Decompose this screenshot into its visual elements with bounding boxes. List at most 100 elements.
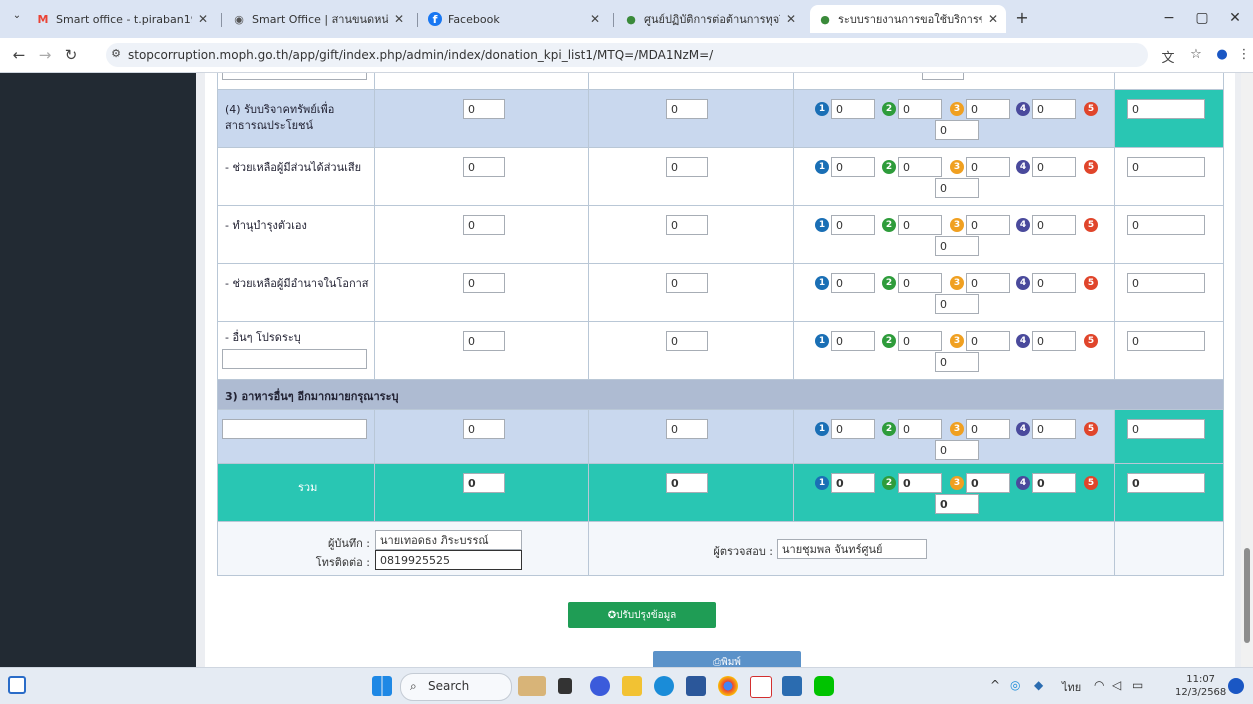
badge-2-input[interactable] — [898, 273, 942, 293]
badge-1-input[interactable] — [831, 157, 875, 177]
close-window-icon[interactable]: ✕ — [1226, 10, 1244, 26]
total-value-input[interactable] — [1127, 419, 1205, 439]
badge-1-input[interactable] — [831, 215, 875, 235]
news-icon[interactable] — [518, 676, 546, 696]
phone-input[interactable] — [375, 550, 522, 570]
close-icon[interactable]: ✕ — [988, 12, 998, 26]
edge-icon[interactable] — [654, 676, 674, 696]
tab-search-icon[interactable]: ⌄ — [8, 10, 26, 21]
word-icon[interactable] — [782, 676, 802, 696]
tab-facebook[interactable]: f Facebook ✕ — [420, 5, 608, 33]
badge-5-input[interactable] — [935, 178, 979, 198]
tab-gmail[interactable]: M Smart office - t.piraban1979@ ✕ — [28, 5, 216, 33]
tab-report-system[interactable]: ● ระบบรายงานการขอใช้บริการของ สถ ✕ — [810, 5, 1006, 33]
count-input[interactable] — [463, 157, 505, 177]
url-text[interactable]: stopcorruption.moph.go.th/app/gift/index… — [128, 48, 713, 62]
total-value-input[interactable] — [1127, 273, 1205, 293]
badge-1-input[interactable] — [831, 99, 875, 119]
chat-icon[interactable] — [590, 676, 610, 696]
badge-5-input[interactable] — [935, 440, 979, 460]
pdf-reader-icon[interactable] — [750, 676, 772, 698]
tray-overflow-icon[interactable]: ^ — [990, 678, 1000, 692]
count-input[interactable] — [463, 331, 505, 351]
badge-4-input[interactable] — [1032, 157, 1076, 177]
badge-5-input[interactable] — [935, 236, 979, 256]
badge-value-input[interactable] — [922, 73, 964, 80]
badge-2-input[interactable] — [898, 215, 942, 235]
language-indicator[interactable]: ไทย — [1062, 678, 1081, 696]
badge-4-input[interactable] — [1032, 419, 1076, 439]
reload-icon[interactable]: ↻ — [62, 46, 80, 64]
count-input[interactable] — [463, 215, 505, 235]
badge-4-input[interactable] — [1032, 99, 1076, 119]
badge-3-input[interactable] — [966, 215, 1010, 235]
badge-4-input[interactable] — [1032, 273, 1076, 293]
battery-icon[interactable]: ▭ — [1132, 678, 1143, 692]
site-info-icon[interactable]: ⚙ — [108, 47, 124, 60]
translate-icon[interactable]: 文 — [1160, 47, 1176, 66]
badge-2-input[interactable] — [898, 331, 942, 351]
badge-2-input[interactable] — [898, 419, 942, 439]
badge-2-input[interactable] — [898, 157, 942, 177]
badge-3-input[interactable] — [966, 99, 1010, 119]
total-value-input[interactable] — [1127, 331, 1205, 351]
line-app-icon[interactable] — [814, 676, 834, 696]
badge-3-input[interactable] — [966, 331, 1010, 351]
notification-icon[interactable] — [1228, 678, 1244, 694]
badge-3-input[interactable] — [966, 157, 1010, 177]
close-icon[interactable]: ✕ — [394, 12, 404, 26]
file-explorer-icon[interactable] — [622, 676, 642, 696]
value-input[interactable] — [666, 157, 708, 177]
row-name-input[interactable] — [222, 73, 367, 80]
value-input[interactable] — [666, 331, 708, 351]
badge-4-input[interactable] — [1032, 215, 1076, 235]
task-view-icon[interactable] — [558, 678, 572, 694]
checker-name-input[interactable] — [777, 539, 927, 559]
tab-anti-corruption-center[interactable]: ● ศูนย์ปฏิบัติการต่อต้านการทุจริต กระท ✕ — [616, 5, 804, 33]
badge-2-input[interactable] — [898, 99, 942, 119]
chrome-icon[interactable] — [718, 676, 738, 696]
badge-3-input[interactable] — [966, 419, 1010, 439]
badge-3-input[interactable] — [966, 273, 1010, 293]
start-icon[interactable] — [372, 676, 392, 696]
back-icon[interactable]: ← — [10, 46, 28, 64]
scrollbar-thumb[interactable] — [1244, 548, 1250, 643]
badge-5-input[interactable] — [935, 294, 979, 314]
tray-app-icon[interactable]: ◎ — [1010, 678, 1020, 692]
other-specify-input[interactable] — [222, 349, 367, 369]
badge-5-input[interactable] — [935, 352, 979, 372]
count-input[interactable] — [463, 99, 505, 119]
maximize-icon[interactable]: ▢ — [1193, 10, 1211, 26]
forward-icon[interactable]: → — [36, 46, 54, 64]
tray-app-icon[interactable]: ◆ — [1034, 678, 1043, 692]
close-icon[interactable]: ✕ — [786, 12, 796, 26]
badge-1-input[interactable] — [831, 419, 875, 439]
item-name-input[interactable] — [222, 419, 367, 439]
badge-4-input[interactable] — [1032, 331, 1076, 351]
store-icon[interactable] — [686, 676, 706, 696]
bookmark-star-icon[interactable]: ☆ — [1188, 47, 1204, 62]
badge-5-input[interactable] — [935, 120, 979, 140]
close-icon[interactable]: ✕ — [590, 12, 600, 26]
value-input[interactable] — [666, 419, 708, 439]
tab-smart-office[interactable]: ◉ Smart Office | สานขนดหน่วยงาน ✕ — [224, 5, 412, 33]
new-tab-button[interactable]: + — [1013, 8, 1031, 27]
value-input[interactable] — [666, 99, 708, 119]
widgets-icon[interactable] — [8, 676, 26, 694]
print-button[interactable]: ⎙พิมพ์ — [653, 651, 801, 667]
close-icon[interactable]: ✕ — [198, 12, 208, 26]
count-input[interactable] — [463, 419, 505, 439]
value-input[interactable] — [666, 215, 708, 235]
count-input[interactable] — [463, 273, 505, 293]
badge-1-input[interactable] — [831, 273, 875, 293]
update-data-button[interactable]: ✪ปรับปรุงข้อมูล — [568, 602, 716, 628]
wifi-icon[interactable]: ◠ — [1094, 678, 1104, 692]
volume-icon[interactable]: ◁ — [1112, 678, 1121, 692]
recorder-name-input[interactable] — [375, 530, 522, 550]
total-value-input[interactable] — [1127, 157, 1205, 177]
badge-1-input[interactable] — [831, 331, 875, 351]
total-value-input[interactable] — [1127, 99, 1205, 119]
profile-icon[interactable]: ● — [1214, 47, 1230, 62]
value-input[interactable] — [666, 273, 708, 293]
menu-kebab-icon[interactable]: ⋮ — [1236, 47, 1252, 62]
